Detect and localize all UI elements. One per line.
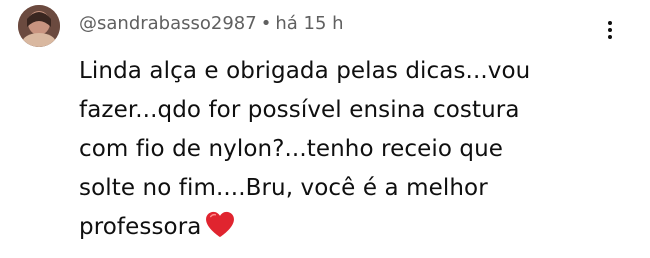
more-vertical-icon	[608, 21, 612, 25]
comment-line: solte no fim....Bru, você é a melhor	[79, 175, 488, 201]
comment-header: @sandrabasso2987 • há 15 h	[79, 12, 344, 36]
comment-line-last: professora	[79, 208, 619, 247]
more-options-button[interactable]	[598, 18, 622, 42]
comment-text: Linda alça e obrigada pelas dicas...vou …	[79, 52, 619, 247]
red-heart-emoji-icon	[206, 211, 235, 238]
avatar[interactable]	[18, 5, 60, 47]
comment-timestamp[interactable]: há 15 h	[275, 13, 343, 34]
author-handle[interactable]: @sandrabasso2987	[79, 13, 257, 34]
comment-thread-item: @sandrabasso2987 • há 15 h Linda alça e ob…	[0, 0, 650, 258]
separator-dot: •	[260, 13, 272, 34]
comment-line: fazer...qdo for possível ensina costura	[79, 97, 520, 123]
comment-line: professora	[79, 214, 202, 240]
comment-line: com fio de nylon?...tenho receio que	[79, 136, 504, 162]
comment-line: Linda alça e obrigada pelas dicas...vou	[79, 58, 531, 84]
avatar-photo-icon	[18, 5, 60, 47]
